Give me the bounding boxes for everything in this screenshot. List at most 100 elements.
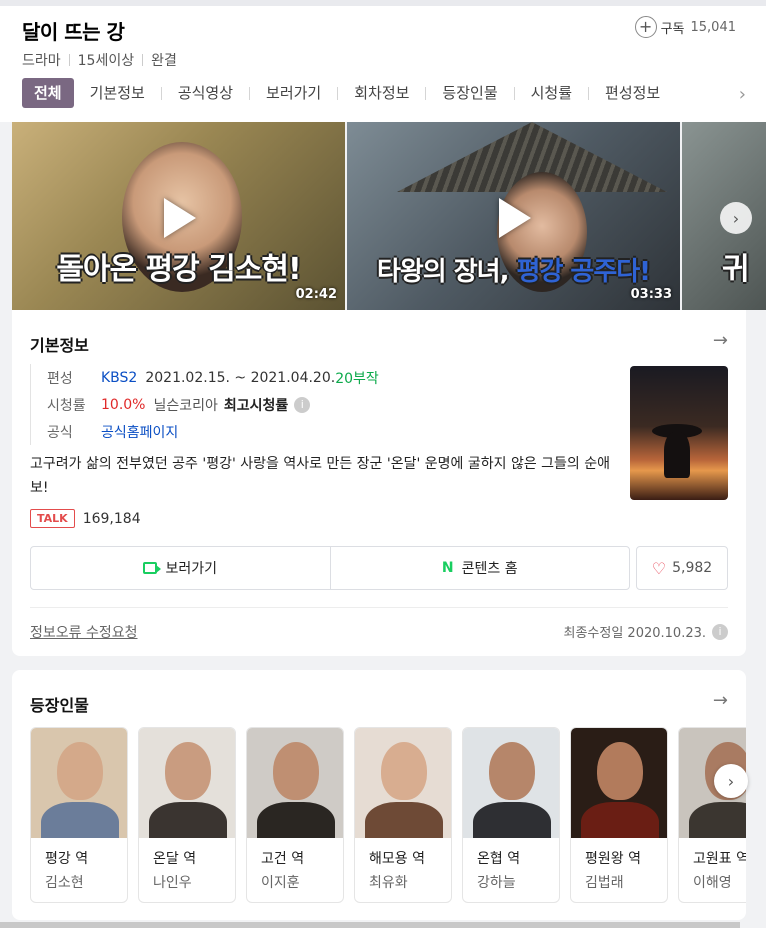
tab-episodes[interactable]: 회차정보 (354, 78, 409, 108)
subscribe-count: 15,041 (690, 19, 737, 35)
section-title: 등장인물 (30, 696, 89, 715)
cast-actor: 나인우 (153, 875, 192, 891)
action-buttons: 보러가기 N 콘텐츠 홈 ♡ 5,982 (30, 546, 728, 590)
cast-photo (463, 728, 559, 838)
info-value: 10.0% 닐슨코리아 최고시청률 i (101, 395, 311, 415)
synopsis: 고구려가 삶의 전부였던 공주 '평강' 사랑을 역사로 만든 장군 '온달' … (30, 456, 611, 496)
talk-count: 169,184 (82, 510, 141, 527)
meta-genre: 드라마 (22, 53, 61, 69)
cast-card: 등장인물 → 평강 역 김소현 온달 역 나인우 고건 역 이지훈 해모용 역 … (12, 670, 748, 920)
cast-item[interactable]: 온달 역 나인우 (138, 727, 236, 903)
page: 달이 뜨는 강 + 구독 15,041 드라마 15세이상 완결 전체 기본정보… (0, 0, 766, 928)
video-carousel: 돌아온 평강 김소현! 02:42 타왕의 장녀, 평강 공주다! 03:33 … (12, 122, 766, 310)
cast-photo (139, 728, 235, 838)
cast-photo (571, 728, 667, 838)
info-value: KBS2 2021.02.15. ~ 2021.04.20. 20부작 (101, 368, 379, 388)
arrow-right-icon[interactable]: → (713, 690, 728, 711)
tab-separator (160, 86, 162, 100)
cast-photo-body (689, 802, 746, 838)
tab-basic-info[interactable]: 기본정보 (90, 78, 145, 108)
cast-actor: 김법래 (585, 875, 624, 891)
poster-figure (664, 432, 690, 478)
info-row-rating: 시청률 10.0% 닐슨코리아 최고시청률 i (47, 391, 379, 418)
video-caption: 귀 (722, 252, 750, 287)
info-key: 시청률 (47, 397, 86, 414)
arrow-right-icon[interactable]: → (713, 330, 728, 351)
cast-item[interactable]: 평원왕 역 김법래 (570, 727, 668, 903)
poster-image[interactable] (630, 366, 728, 500)
cast-item[interactable]: 해모용 역 최유화 (354, 727, 452, 903)
last-updated-text: 최종수정일 2020.10.23. (563, 626, 707, 641)
cast-photo-head (57, 742, 103, 800)
video-caption: 타왕의 장녀, 평강 공주다! (347, 251, 680, 288)
watch-button[interactable]: 보러가기 (31, 547, 330, 589)
cast-actor: 이지훈 (261, 875, 300, 891)
cast-photo (31, 728, 127, 838)
cast-photo-head (165, 742, 211, 800)
channel-link[interactable]: KBS2 (101, 370, 137, 386)
section-title: 기본정보 (30, 336, 89, 355)
carousel-next-button[interactable]: › (714, 764, 748, 798)
tab-separator (588, 86, 590, 100)
info-icon[interactable]: i (712, 623, 728, 640)
info-key: 편성 (47, 370, 73, 387)
cast-photo-head (489, 742, 535, 800)
like-button[interactable]: ♡ 5,982 (636, 546, 728, 590)
cast-item[interactable]: 온협 역 강하늘 (462, 727, 560, 903)
cast-photo-body (149, 802, 227, 838)
play-icon (164, 198, 196, 238)
cast-item[interactable]: 고원표 역 이해영 (678, 727, 746, 903)
cast-role: 평강 역 (45, 851, 89, 867)
episode-count: 20부작 (335, 370, 379, 387)
video-icon (143, 562, 162, 574)
tab-official-video[interactable]: 공식영상 (178, 78, 233, 108)
meta-info: 드라마 15세이상 완결 (22, 50, 177, 70)
carousel-next-button[interactable]: › (720, 202, 752, 234)
info-icon[interactable]: i (294, 396, 311, 413)
rating-type: 최고시청률 (223, 397, 289, 414)
play-icon (499, 198, 531, 238)
meta-separator (142, 54, 144, 66)
subscribe-button[interactable]: + 구독 15,041 (634, 16, 737, 38)
tab-schedule[interactable]: 편성정보 (605, 78, 660, 108)
talk-badge: TALK (30, 509, 75, 528)
cast-actor: 강하늘 (477, 875, 516, 891)
horizontal-scrollbar[interactable] (0, 922, 740, 928)
video-caption-part: 타왕의 장녀, (376, 257, 517, 287)
tab-all[interactable]: 전체 (22, 78, 74, 108)
cast-photo-body (581, 802, 659, 838)
video-thumbnail[interactable]: 돌아온 평강 김소현! 02:42 (12, 122, 345, 310)
plus-icon: + (634, 16, 657, 38)
cast-actor: 최유화 (369, 875, 408, 891)
cast-item[interactable]: 평강 역 김소현 (30, 727, 128, 903)
cast-photo-body (365, 802, 443, 838)
tab-watch[interactable]: 보러가기 (266, 78, 321, 108)
chevron-right-icon[interactable]: › (739, 84, 746, 105)
official-homepage-link[interactable]: 공식홈페이지 (101, 422, 178, 442)
cast-item[interactable]: 고건 역 이지훈 (246, 727, 344, 903)
content-home-button[interactable]: N 콘텐츠 홈 (329, 547, 630, 589)
naver-icon: N (441, 560, 454, 576)
tab-separator (513, 86, 515, 100)
chevron-right-icon: › (732, 208, 740, 228)
tab-ratings[interactable]: 시청률 (531, 78, 572, 108)
info-value: 공식홈페이지 (101, 422, 178, 442)
broadcast-period: 2021.02.15. ~ 2021.04.20. (145, 369, 336, 386)
cast-photo-body (41, 802, 119, 838)
tab-cast[interactable]: 등장인물 (442, 78, 497, 108)
meta-age-rating: 15세이상 (77, 53, 135, 69)
content-home-label: 콘텐츠 홈 (461, 561, 518, 577)
video-caption-highlight: 평강 공주다! (516, 257, 652, 287)
info-row-schedule: 편성 KBS2 2021.02.15. ~ 2021.04.20. 20부작 (47, 364, 379, 391)
tab-bar: 전체 기본정보 공식영상 보러가기 회차정보 등장인물 시청률 편성정보 (22, 78, 660, 108)
top-divider (0, 0, 766, 6)
video-thumbnail[interactable]: 타왕의 장녀, 평강 공주다! 03:33 (347, 122, 680, 310)
talk-link[interactable]: TALK 169,184 (30, 509, 141, 528)
cast-role: 고원표 역 (693, 851, 746, 867)
basic-info-card: 기본정보 → 편성 KBS2 2021.02.15. ~ 2021.04.20.… (12, 310, 746, 656)
report-error-link[interactable]: 정보오류 수정요청 (30, 622, 138, 642)
tab-separator (425, 86, 427, 100)
video-duration: 03:33 (630, 287, 672, 302)
meta-separator (68, 54, 70, 66)
page-title: 달이 뜨는 강 (22, 20, 125, 44)
